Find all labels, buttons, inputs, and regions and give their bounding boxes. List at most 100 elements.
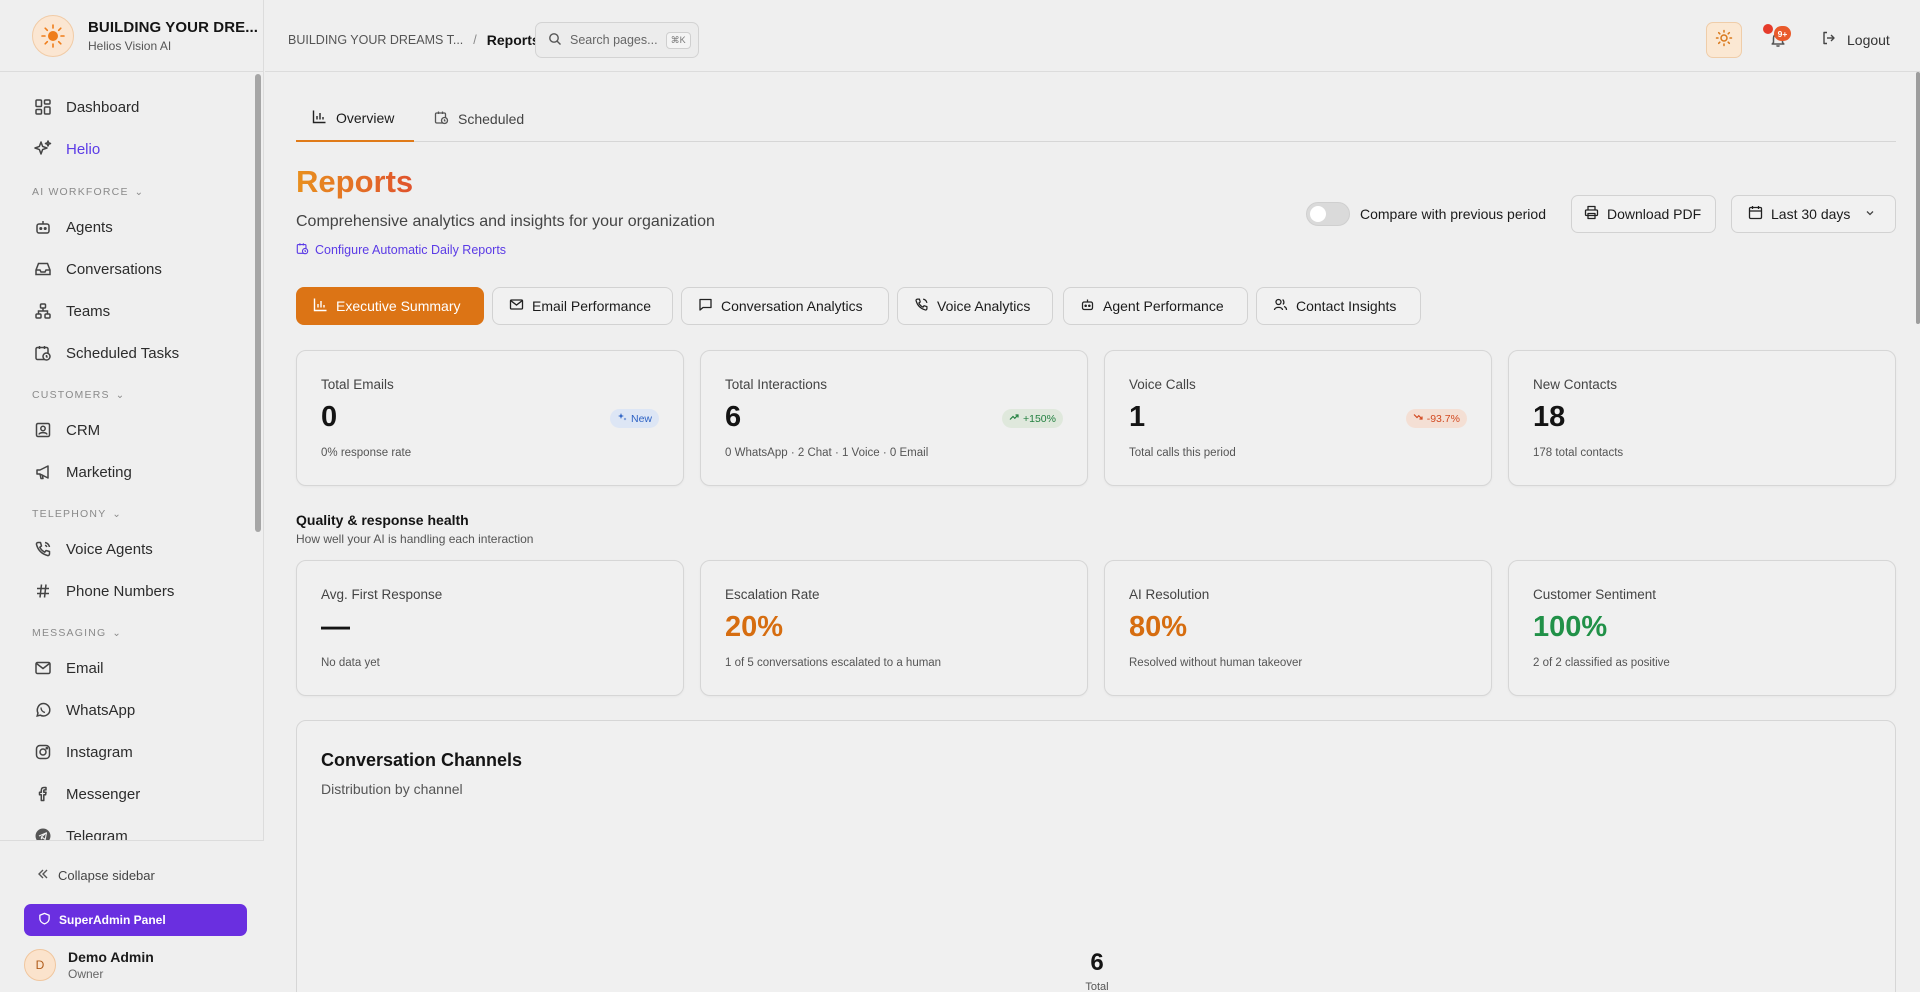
calendar-clock-icon [296,242,309,258]
sidebar-item-label: Instagram [66,743,133,761]
download-pdf-button[interactable]: Download PDF [1571,195,1716,233]
user-role: Owner [68,967,104,981]
superadmin-panel-button[interactable]: SuperAdmin Panel [24,904,247,936]
sidebar-item-label: Agents [66,218,113,236]
configure-daily-reports-link[interactable]: Configure Automatic Daily Reports [296,242,506,258]
section-customers[interactable]: CUSTOMERS ⌄ [32,389,125,401]
sidebar-item-conversations[interactable]: Conversations [32,257,162,281]
kpi-note: 1 of 5 conversations escalated to a huma… [725,657,942,669]
sidebar-item-telegram[interactable]: Telegram [32,824,128,840]
kpi-card-total-emails: Total Emails 0 New 0% response rate [296,350,684,486]
status-badge: New [609,409,659,428]
sidebar-item-agents[interactable]: Agents [32,215,113,239]
org-switcher[interactable]: BUILDING YOUR DRE... Helios Vision AI [0,0,264,72]
kpi-card-new-contacts: New Contacts 18 178 total contacts [1508,350,1896,486]
tab-contact-insights[interactable]: Contact Insights [1256,287,1421,325]
kpi-label: Total Interactions [725,377,828,392]
bot-icon [1080,297,1095,315]
contact-card-icon [32,419,54,441]
sidebar-item-label: WhatsApp [66,701,136,719]
breadcrumb: BUILDING YOUR DREAMS T... / Reports [288,32,540,48]
section-messaging[interactable]: MESSAGING ⌄ [32,627,122,639]
section-ai-workforce[interactable]: AI WORKFORCE ⌄ [32,186,144,198]
users-icon [1273,297,1288,315]
collapse-sidebar-button[interactable]: Collapse sidebar [36,867,155,884]
kpi-label: Voice Calls [1129,377,1196,392]
inbox-icon [32,258,54,280]
sidebar-item-messenger[interactable]: Messenger [32,782,140,806]
compare-switch[interactable] [1306,202,1350,226]
calendar-icon [1748,205,1763,223]
compare-toggle[interactable]: Compare with previous period [1306,202,1546,226]
calendar-clock-icon [434,110,449,128]
sidebar-item-phone-numbers[interactable]: Phone Numbers [32,579,174,603]
facebook-icon [32,783,54,805]
search-input[interactable]: Search pages... ⌘K [535,22,699,58]
sidebar-item-voice-agents[interactable]: Voice Agents [32,537,153,561]
kpi-note: 0% response rate [321,447,412,459]
avatar: D [24,949,56,981]
sidebar-item-label: Scheduled Tasks [66,344,180,362]
sidebar-item-marketing[interactable]: Marketing [32,460,132,484]
section-telephony[interactable]: TELEPHONY ⌄ [32,508,122,520]
sidebar-item-helio[interactable]: Helio [32,137,100,161]
sidebar-item-label: Phone Numbers [66,582,175,600]
chevron-down-icon: ⌄ [134,186,145,198]
sidebar-item-label: Email [66,659,104,677]
tab-overview[interactable]: Overview [296,96,414,142]
bar-chart-icon [312,109,327,127]
telegram-icon [32,825,54,840]
sidebar-item-instagram[interactable]: Instagram [32,740,133,764]
theme-toggle-button[interactable] [1706,22,1742,58]
user-menu[interactable]: D Demo Admin Owner [24,949,154,981]
search-icon [548,32,562,49]
donut-total-value: 6 [1090,949,1104,976]
sidebar-item-label: Dashboard [66,98,140,116]
bar-chart-icon [313,297,328,315]
megaphone-icon [32,461,54,483]
chevron-down-icon: ⌄ [112,627,122,639]
search-placeholder: Search pages... [570,33,658,47]
sidebar-item-label: Conversations [66,260,162,278]
sidebar-item-dashboard[interactable]: Dashboard [32,95,139,119]
whatsapp-icon [32,699,54,721]
kpi-card-escalation-rate: Escalation Rate 20% 1 of 5 conversations… [700,560,1088,696]
compare-label: Compare with previous period [1360,206,1546,222]
page-subtitle: Comprehensive analytics and insights for… [296,213,715,230]
tab-scheduled[interactable]: Scheduled [434,96,524,142]
sidebar-item-email[interactable]: Email [32,656,104,680]
message-square-icon [698,297,713,315]
tab-email-performance[interactable]: Email Performance [492,287,673,325]
network-icon [32,300,54,322]
kpi-card-total-interactions: Total Interactions 6 +150% 0 WhatsApp · … [700,350,1088,486]
main-scrollbar[interactable] [1916,72,1920,324]
tab-executive-summary[interactable]: Executive Summary [296,287,484,325]
kpi-value: — [321,611,350,643]
trending-down-icon [1413,412,1423,425]
card-title: Conversation Channels [321,750,523,770]
sidebar-item-label: Telegram [66,827,128,841]
breadcrumb-current: Reports [486,32,540,48]
breadcrumb-separator: / [473,33,477,47]
logout-button[interactable]: Logout [1821,30,1890,49]
kpi-label: Total Emails [321,377,394,392]
kpi-label: AI Resolution [1129,587,1210,602]
tab-conversation-analytics[interactable]: Conversation Analytics [681,287,889,325]
tab-agent-performance[interactable]: Agent Performance [1063,287,1248,325]
breadcrumb-org[interactable]: BUILDING YOUR DREAMS T... [288,33,463,47]
kpi-note: 2 of 2 classified as positive [1533,657,1670,669]
hash-icon [32,580,54,602]
sidebar-item-teams[interactable]: Teams [32,299,110,323]
sidebar-item-label: Helio [66,140,101,158]
kpi-label: Customer Sentiment [1533,587,1657,602]
kpi-value: 6 [725,401,742,433]
kpi-card-customer-sentiment: Customer Sentiment 100% 2 of 2 classifie… [1508,560,1896,696]
sidebar-item-scheduled-tasks[interactable]: Scheduled Tasks [32,341,179,365]
sidebar-scrollbar[interactable] [255,74,261,532]
date-range-select[interactable]: Last 30 days [1731,195,1896,233]
trending-up-icon [1009,412,1019,425]
tab-voice-analytics[interactable]: Voice Analytics [897,287,1053,325]
chevron-down-icon [1864,206,1876,222]
sidebar-item-whatsapp[interactable]: WhatsApp [32,698,135,722]
sidebar-item-crm[interactable]: CRM [32,418,100,442]
